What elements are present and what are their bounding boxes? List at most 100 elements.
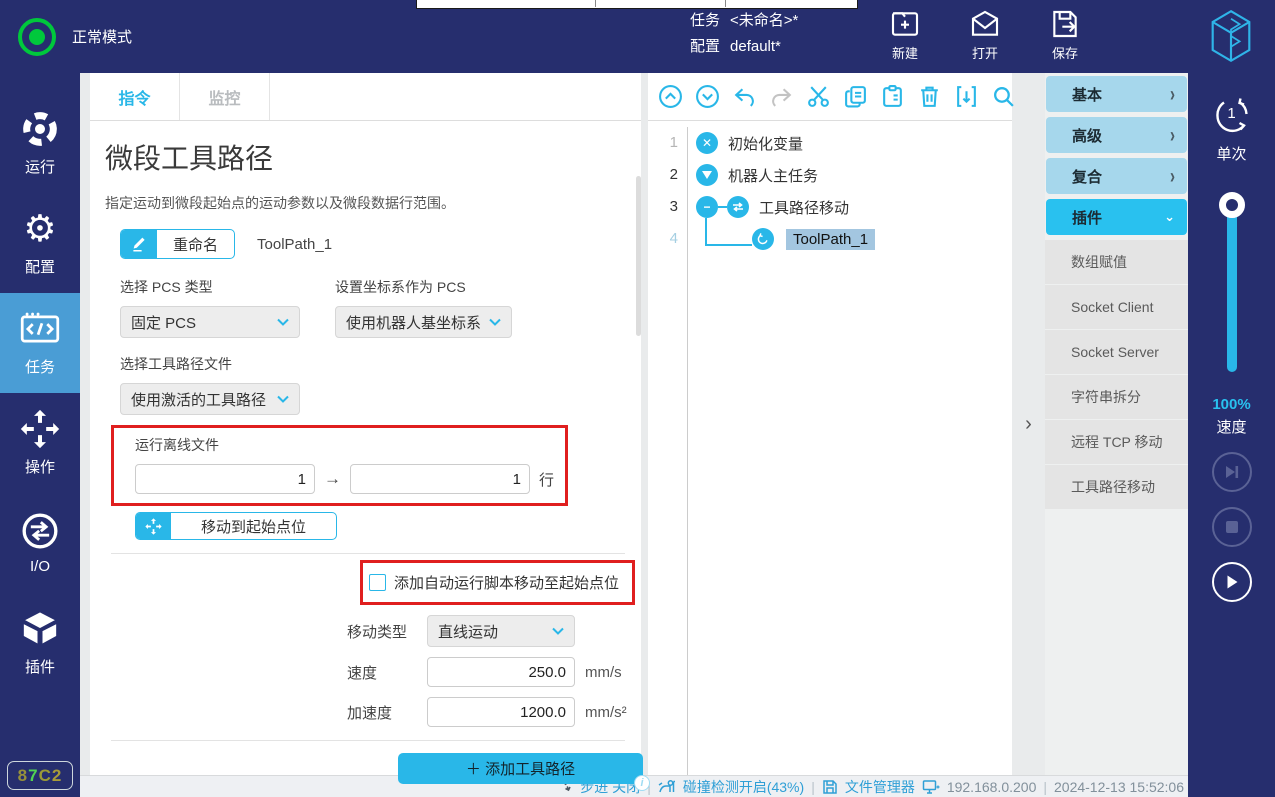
line-unit: 行: [539, 469, 554, 490]
tree-row-label: 机器人主任务: [728, 165, 818, 186]
x-circle-icon: ✕: [696, 132, 718, 154]
expand-panel-chevron[interactable]: ›: [1025, 413, 1032, 436]
chevron-down-icon: [277, 318, 289, 326]
undo-icon[interactable]: [732, 84, 757, 110]
sidebar-item-operate[interactable]: 操作: [0, 393, 80, 493]
pcs-type-value: 固定 PCS: [131, 312, 277, 333]
slider-track[interactable]: [1227, 200, 1237, 372]
add-toolpath-button[interactable]: ＋ 添加工具路径: [398, 753, 643, 784]
accel-input[interactable]: 1200.0: [427, 697, 575, 727]
category-advanced[interactable]: 高级›: [1046, 117, 1187, 153]
slider-handle[interactable]: [1219, 192, 1245, 218]
delete-icon[interactable]: [917, 84, 942, 110]
move-to-start-label: 移动到起始点位: [171, 516, 336, 537]
step-forward-button[interactable]: [1212, 452, 1252, 492]
paste-icon[interactable]: [880, 84, 905, 110]
task-label: 任务: [690, 8, 720, 34]
new-button[interactable]: 新建: [888, 8, 922, 62]
move-type-select[interactable]: 直线运动: [427, 615, 575, 647]
app-window: 正常模式 任务<未命名>* 配置default* 新建 打开: [0, 0, 1275, 797]
category-label: 插件: [1072, 207, 1164, 228]
sidebar-item-plugin[interactable]: 插件: [0, 593, 80, 693]
collision-status[interactable]: 碰撞检测开启(43%): [683, 777, 804, 797]
scrollbar-thumb[interactable]: [636, 176, 641, 336]
tab-instruction[interactable]: 指令: [90, 73, 180, 120]
plugin-item-array-assign[interactable]: 数组赋值: [1045, 240, 1188, 284]
insert-replace-icon[interactable]: [954, 84, 979, 110]
save-icon: [1048, 8, 1082, 40]
tree-row-label: 初始化变量: [728, 133, 803, 154]
chevron-down-icon: ⌄: [1164, 209, 1175, 225]
play-button[interactable]: [1212, 562, 1252, 602]
line-end-input[interactable]: 1: [350, 464, 530, 494]
cut-icon[interactable]: [806, 84, 831, 110]
collapse-up-icon[interactable]: [658, 84, 683, 110]
tree-row-main-task[interactable]: 机器人主任务: [688, 159, 1012, 191]
config-value: default*: [730, 34, 781, 60]
sidebar-item-task[interactable]: 任务: [0, 293, 80, 393]
auto-run-checkbox[interactable]: [369, 574, 386, 591]
cycle-count: 1: [1211, 105, 1253, 122]
info-icon[interactable]: i: [634, 775, 650, 791]
speed-percent: 100%: [1212, 396, 1250, 413]
rename-button[interactable]: 重命名: [120, 229, 235, 259]
category-basic[interactable]: 基本›: [1046, 76, 1187, 112]
move-arrows-icon: [20, 409, 60, 449]
offline-file-highlight-box: 运行离线文件 1 → 1 行: [111, 425, 568, 506]
tab-monitor[interactable]: 监控: [180, 73, 270, 120]
toolpath-name: ToolPath_1: [257, 236, 332, 253]
line-start-input[interactable]: 1: [135, 464, 315, 494]
category-plugin[interactable]: 插件⌄: [1046, 199, 1187, 235]
sidebar-item-config[interactable]: ⚙ 配置: [0, 193, 80, 293]
sidebar-item-label: 任务: [25, 356, 55, 377]
tree-connector-elbow: [705, 218, 752, 246]
plugin-item-toolpath-move[interactable]: 工具路径移动: [1045, 465, 1188, 509]
run-icon: [20, 109, 60, 149]
cube-icon: [20, 609, 60, 649]
pencil-icon: [121, 229, 157, 259]
cycle-once-icon: 1: [1211, 95, 1253, 137]
pcs-type-label: 选择 PCS 类型: [120, 277, 335, 297]
plugin-item-string-split[interactable]: 字符串拆分: [1045, 375, 1188, 419]
page-description: 指定运动到微段起始点的运动参数以及微段数据行范围。: [105, 193, 633, 213]
sidebar-item-io[interactable]: I/O: [0, 493, 80, 593]
file-manager-link[interactable]: 文件管理器: [845, 777, 915, 797]
tree-toolbar: [648, 73, 1012, 121]
pcs-type-select[interactable]: 固定 PCS: [120, 306, 300, 338]
auto-run-checkbox-label: 添加自动运行脚本移动至起始点位: [394, 572, 619, 593]
tree-row-init-vars[interactable]: ✕ 初始化变量: [688, 127, 1012, 159]
panel-expander-column: ›: [1012, 73, 1045, 775]
minus-circle-icon: −: [696, 196, 718, 218]
move-to-start-button[interactable]: 移动到起始点位: [135, 512, 337, 540]
copy-icon[interactable]: [843, 84, 868, 110]
open-file-icon: [968, 8, 1002, 40]
arrow-right-icon: →: [324, 469, 341, 489]
speed-slider[interactable]: [1219, 192, 1245, 372]
collision-icon: [658, 779, 676, 795]
sidebar-item-label: 操作: [25, 456, 55, 477]
sidebar-item-run[interactable]: 运行: [0, 93, 80, 193]
plugin-item-socket-server[interactable]: Socket Server: [1045, 330, 1188, 374]
line-number: 2: [648, 159, 687, 191]
coord-select[interactable]: 使用机器人基坐标系: [335, 306, 512, 338]
redo-icon[interactable]: [769, 84, 794, 110]
chevron-down-icon: [277, 395, 289, 403]
accel-label: 加速度: [347, 702, 427, 723]
save-button[interactable]: 保存: [1048, 8, 1082, 62]
config-label: 配置: [690, 34, 720, 60]
plugin-item-remote-tcp-move[interactable]: 远程 TCP 移动: [1045, 420, 1188, 464]
category-composite[interactable]: 复合›: [1046, 158, 1187, 194]
speed-input[interactable]: 250.0: [427, 657, 575, 687]
panel-tabs: 指令 监控: [90, 73, 641, 121]
chevron-down-icon: [552, 627, 564, 635]
stop-button[interactable]: [1212, 507, 1252, 547]
play-icon: [1224, 574, 1240, 590]
plugin-item-socket-client[interactable]: Socket Client: [1045, 285, 1188, 329]
expand-down-icon[interactable]: [695, 84, 720, 110]
sidebar-item-label: 运行: [25, 156, 55, 177]
skip-next-icon: [1224, 464, 1240, 480]
open-button[interactable]: 打开: [968, 8, 1002, 62]
toolpath-file-select[interactable]: 使用激活的工具路径: [120, 383, 300, 415]
offline-file-label: 运行离线文件: [135, 435, 565, 455]
cycle-mode[interactable]: 1 单次: [1211, 95, 1253, 164]
